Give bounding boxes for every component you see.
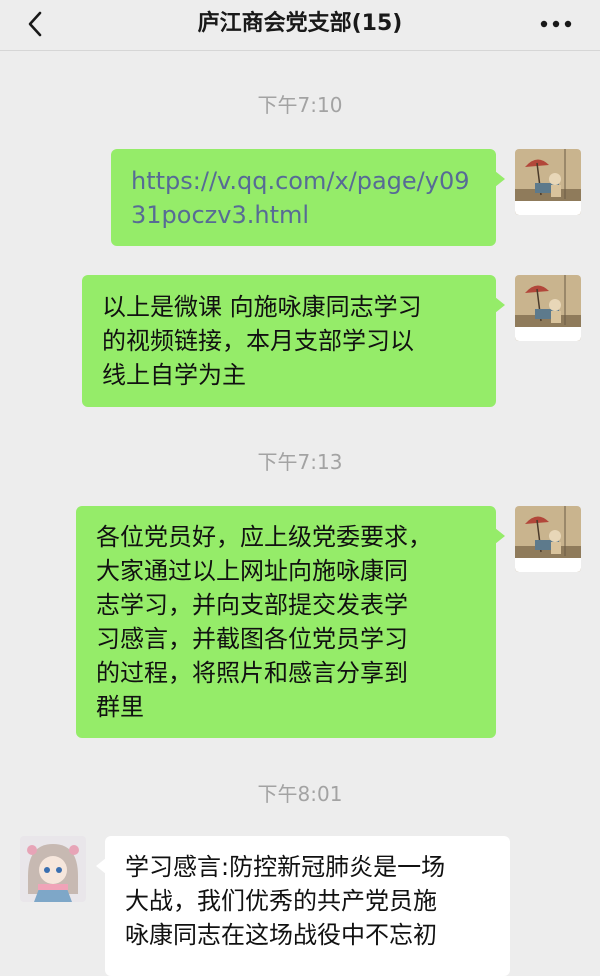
message-text-line: 的视频链接，本月支部学习以 bbox=[102, 327, 414, 355]
chat-header: 庐江商会党支部(15) bbox=[0, 0, 600, 51]
message-text-line: 大家通过以上网址向施咏康同 bbox=[96, 557, 408, 585]
timestamp: 下午7:10 bbox=[257, 93, 343, 117]
avatar-image-icon bbox=[515, 275, 581, 341]
link-text-line[interactable]: https://v.qq.com/x/page/y09 bbox=[131, 164, 476, 198]
message-text-line: 学习感言:防控新冠肺炎是一场 bbox=[125, 853, 446, 881]
message-text-line: 线上自学为主 bbox=[102, 361, 246, 389]
message-text-line: 大战，我们优秀的共产党员施 bbox=[125, 887, 437, 915]
timestamp: 下午8:01 bbox=[257, 782, 343, 806]
message-bubble-link[interactable]: https://v.qq.com/x/page/y09 31poczv3.htm… bbox=[111, 149, 505, 246]
message-text-line: 志学习，并向支部提交发表学 bbox=[96, 591, 408, 619]
message-bubble[interactable]: 各位党员好，应上级党委要求， 大家通过以上网址向施咏康同 志学习，并向支部提交发… bbox=[76, 506, 505, 738]
member-avatar[interactable] bbox=[20, 836, 86, 902]
message-text-line: 的过程，将照片和感言分享到 bbox=[96, 659, 408, 687]
message-bubble-incoming[interactable]: 学习感言:防控新冠肺炎是一场 大战，我们优秀的共产党员施 咏康同志在这场战役中不… bbox=[96, 836, 510, 976]
more-dots-icon[interactable] bbox=[538, 10, 574, 38]
message-bubble[interactable]: 以上是微课 向施咏康同志学习 的视频链接，本月支部学习以 线上自学为主 bbox=[82, 275, 505, 407]
message-text-line: 咏康同志在这场战役中不忘初 bbox=[125, 921, 437, 949]
link-text-line[interactable]: 31poczv3.html bbox=[131, 198, 476, 232]
chat-title: 庐江商会党支部(15) bbox=[197, 11, 403, 36]
message-text-line: 群里 bbox=[96, 693, 144, 721]
timestamp: 下午7:13 bbox=[257, 450, 343, 474]
avatar-image-icon bbox=[515, 506, 581, 572]
self-avatar[interactable] bbox=[515, 275, 581, 341]
avatar-image-icon bbox=[515, 149, 581, 215]
message-text-line: 习感言，并截图各位党员学习 bbox=[96, 625, 408, 653]
self-avatar[interactable] bbox=[515, 149, 581, 215]
message-text-line: 各位党员好，应上级党委要求， bbox=[96, 523, 432, 551]
self-avatar[interactable] bbox=[515, 506, 581, 572]
avatar-image-icon bbox=[20, 836, 86, 902]
message-text-line: 以上是微课 向施咏康同志学习 bbox=[102, 293, 422, 321]
